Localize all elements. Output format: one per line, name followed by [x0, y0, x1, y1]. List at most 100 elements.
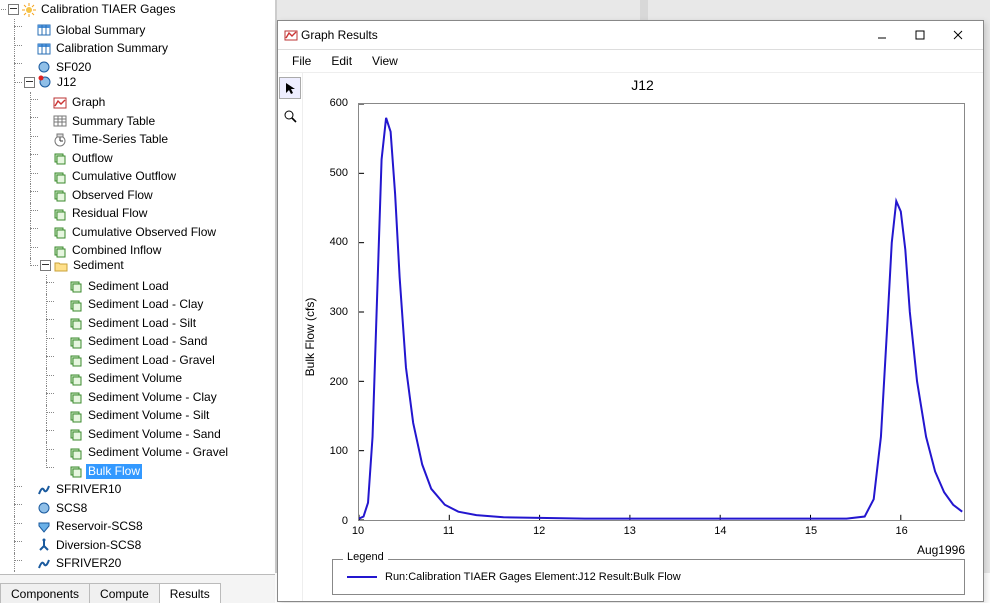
- tree-item[interactable]: Bulk Flow: [56, 464, 142, 479]
- tree-item-label: SFRIVER20: [54, 556, 123, 571]
- tree-item-label: Cumulative Observed Flow: [70, 225, 218, 240]
- stack-icon: [69, 390, 83, 404]
- tree-item[interactable]: Time-Series Table: [40, 132, 170, 147]
- tree-item[interactable]: Observed Flow: [40, 188, 155, 203]
- tree-item[interactable]: Sediment Volume - Silt: [56, 408, 211, 423]
- stack-icon: [69, 298, 83, 312]
- tree-item-label: SF020: [54, 60, 93, 75]
- x-tick-label: 11: [443, 525, 454, 537]
- tree-item-label: Sediment: [71, 258, 126, 273]
- tree-item[interactable]: Sediment Volume - Gravel: [56, 445, 230, 460]
- minimize-button[interactable]: [863, 24, 901, 46]
- plot-toolbar: [278, 73, 303, 601]
- tree-toggle-icon[interactable]: [24, 77, 35, 88]
- tree-toggle-icon[interactable]: [8, 4, 19, 15]
- tree-item[interactable]: Cumulative Outflow: [40, 169, 178, 184]
- tree-item[interactable]: SCS8: [24, 501, 89, 516]
- tree-item[interactable]: SFRIVER20: [24, 556, 123, 571]
- tree-item-label: Sediment Volume - Silt: [86, 408, 211, 423]
- window-title: Graph Results: [301, 28, 863, 42]
- menu-file[interactable]: File: [284, 52, 319, 70]
- tree-item[interactable]: Combined Inflow: [40, 243, 163, 258]
- tree-item[interactable]: Diversion-SCS8: [24, 538, 143, 553]
- x-tick-label: 12: [533, 525, 545, 537]
- tree-item[interactable]: Sediment Load: [56, 279, 171, 294]
- tree-item[interactable]: Global Summary: [24, 23, 147, 38]
- stack-icon: [53, 188, 67, 202]
- tree-root[interactable]: Calibration TIAER Gages: [8, 2, 178, 17]
- plot-area[interactable]: [358, 103, 965, 521]
- window-titlebar[interactable]: Graph Results: [278, 21, 983, 50]
- tree-item-label: Diversion-SCS8: [54, 538, 143, 553]
- tree-item-label: Observed Flow: [70, 188, 155, 203]
- tree-item[interactable]: Sediment Volume - Sand: [56, 427, 223, 442]
- maximize-button[interactable]: [901, 24, 939, 46]
- tree-item-label: Calibration Summary: [54, 41, 170, 56]
- tree-item-label: Cumulative Outflow: [70, 169, 178, 184]
- legend-box: Legend Run:Calibration TIAER Gages Eleme…: [332, 559, 965, 595]
- tree-item[interactable]: SF020: [24, 60, 93, 75]
- junction-icon: [37, 60, 51, 74]
- tree-item-label: Sediment Volume - Sand: [86, 427, 223, 442]
- close-button[interactable]: [939, 24, 977, 46]
- menu-view[interactable]: View: [364, 52, 406, 70]
- menu-edit[interactable]: Edit: [323, 52, 360, 70]
- graph-icon: [53, 96, 67, 110]
- tree-item[interactable]: Residual Flow: [40, 206, 149, 221]
- tree-item[interactable]: Summary Table: [40, 114, 157, 129]
- tree-item-label: Outflow: [70, 151, 115, 166]
- table-icon: [37, 23, 51, 37]
- zoom-tool-button[interactable]: [279, 105, 301, 127]
- tree-item[interactable]: Cumulative Observed Flow: [40, 225, 218, 240]
- tree-item-label: Time-Series Table: [70, 132, 170, 147]
- tree-pane: Calibration TIAER Gages Global Summary Cal…: [0, 0, 277, 573]
- stack-icon: [69, 446, 83, 460]
- tree-item-label: Sediment Volume - Gravel: [86, 445, 230, 460]
- y-ticks: 0100200300400500600: [302, 103, 354, 521]
- tree-item-label: Sediment Load - Sand: [86, 334, 209, 349]
- tree-item[interactable]: Calibration Summary: [24, 41, 170, 56]
- y-tick-label: 200: [330, 376, 348, 388]
- tab-components[interactable]: Components: [0, 583, 90, 603]
- tree-item-label: J12: [55, 75, 78, 90]
- tree-toggle-icon[interactable]: [40, 260, 51, 271]
- stack-icon: [53, 207, 67, 221]
- reservoir-icon: [37, 520, 51, 534]
- stack-icon: [69, 279, 83, 293]
- tree-item[interactable]: Sediment Volume: [56, 371, 184, 386]
- tree-item[interactable]: Sediment Load - Clay: [56, 297, 205, 312]
- stack-icon: [53, 170, 67, 184]
- reach-icon: [37, 483, 51, 497]
- tree-item-label: Sediment Load - Clay: [86, 297, 205, 312]
- tab-results[interactable]: Results: [159, 583, 221, 603]
- tree-item-label: Sediment Load - Silt: [86, 316, 198, 331]
- tree-item[interactable]: Sediment Volume - Clay: [56, 390, 219, 405]
- plot-wrap: J12 Bulk Flow (cfs) 0100200300400500600 …: [302, 73, 983, 601]
- pointer-tool-button[interactable]: [279, 77, 301, 99]
- x-ticks: 10111213141516: [358, 525, 965, 541]
- stack-icon: [69, 316, 83, 330]
- diversion-icon: [37, 538, 51, 552]
- tree-item[interactable]: Sediment Load - Silt: [56, 316, 198, 331]
- tree-item-label: Summary Table: [70, 114, 157, 129]
- y-tick-label: 0: [342, 515, 348, 527]
- results-tree[interactable]: Calibration TIAER Gages Global Summary Cal…: [0, 0, 275, 573]
- legend-text: Run:Calibration TIAER Gages Element:J12 …: [385, 571, 681, 583]
- tree-item[interactable]: Reservoir-SCS8: [24, 519, 145, 534]
- tree-item[interactable]: Sediment: [40, 258, 126, 273]
- tree-item[interactable]: Graph: [40, 95, 107, 110]
- tree-item[interactable]: Sediment Load - Sand: [56, 334, 209, 349]
- stack-icon: [69, 353, 83, 367]
- tree-item-label: Graph: [70, 95, 107, 110]
- tree-item[interactable]: SFRIVER10: [24, 482, 123, 497]
- tree-item[interactable]: J12: [24, 75, 78, 90]
- tree-item-label: Sediment Volume: [86, 371, 184, 386]
- junction-icon: [37, 501, 51, 515]
- legend-caption: Legend: [343, 551, 388, 563]
- tree-item-label: Sediment Load - Gravel: [86, 353, 217, 368]
- tree-item[interactable]: Sediment Load - Gravel: [56, 353, 217, 368]
- tree-item-label: Bulk Flow: [86, 464, 142, 479]
- tree-item[interactable]: Outflow: [40, 151, 115, 166]
- tab-compute[interactable]: Compute: [89, 583, 160, 603]
- graph-results-window: Graph Results File Edit View J12 Bulk Fl…: [277, 20, 984, 602]
